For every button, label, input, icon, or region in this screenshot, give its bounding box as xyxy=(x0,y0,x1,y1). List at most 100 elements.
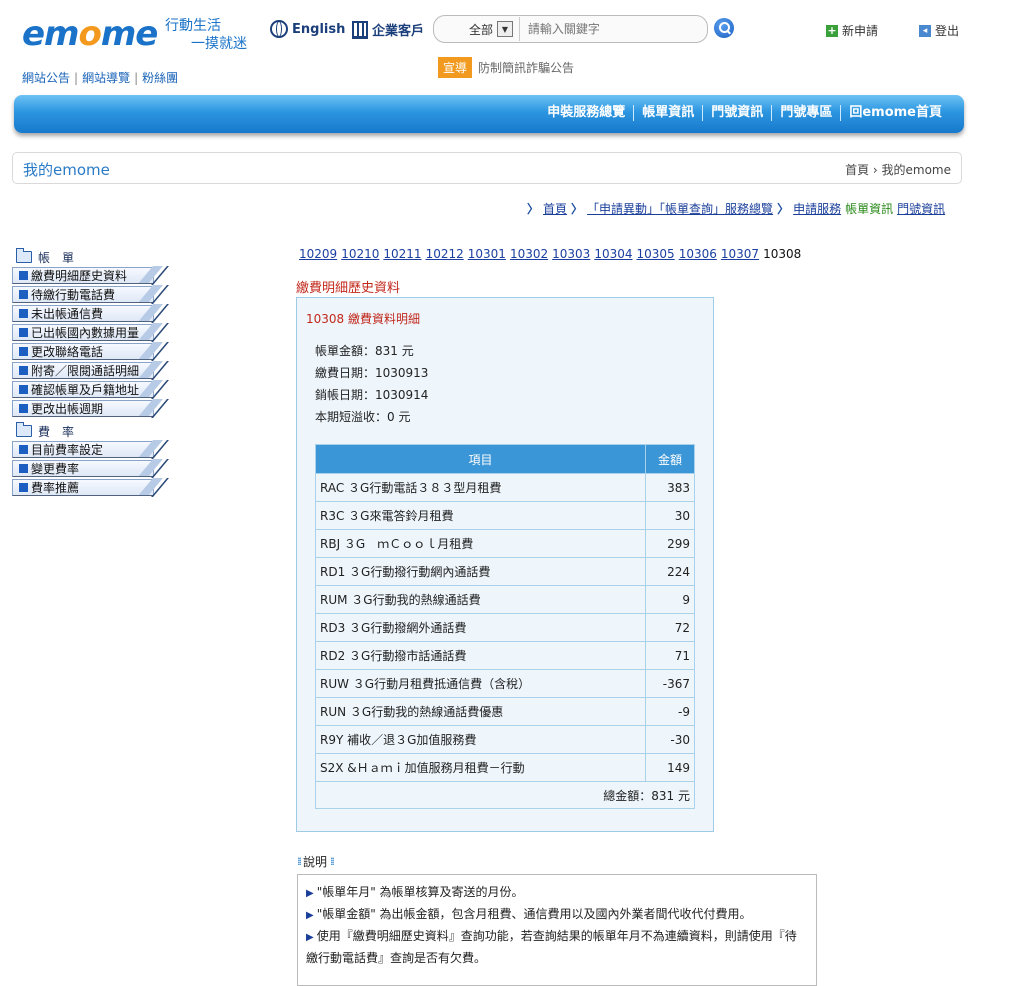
square-bullet-icon xyxy=(19,404,28,413)
trail-bill-info-link[interactable]: 帳單資訊 xyxy=(845,200,893,217)
sidebar-item[interactable]: 變更費率 xyxy=(12,460,168,477)
sidebar-item-face[interactable]: 更改出帳週期 xyxy=(12,400,154,417)
tab-edge xyxy=(153,323,167,341)
nav-emome-home[interactable]: 回emome首頁 xyxy=(840,105,950,121)
tab-edge xyxy=(153,304,167,322)
fee-amount: 71 xyxy=(645,641,695,670)
table-row: RD3 ３G行動撥網外通話費 72 xyxy=(315,613,695,642)
search-input[interactable] xyxy=(518,17,708,41)
fee-amount: -367 xyxy=(645,669,695,698)
page-title: 我的emome xyxy=(23,161,110,179)
sidebar-item-face[interactable]: 費率推薦 xyxy=(12,479,154,496)
english-link[interactable]: English xyxy=(270,20,345,38)
trail-number-info-link[interactable]: 門號資訊 xyxy=(897,200,945,217)
news-link[interactable]: 防制簡訊詐騙公告 xyxy=(478,59,574,76)
service-breadcrumb: 〉 首頁 〉 「申請異動」「帳單查詢」服務總覽 〉 申請服務 帳單資訊 門號資訊 xyxy=(527,200,945,217)
sidebar-item[interactable]: 更改聯絡電話 xyxy=(12,343,168,360)
period-link[interactable]: 10209 xyxy=(299,247,337,261)
slogan: 行動生活 一摸就迷 xyxy=(165,18,247,52)
period-link[interactable]: 10302 xyxy=(510,247,548,261)
table-row: R3C ３G來電答鈴月租費 30 xyxy=(315,501,695,530)
total-amount: 總金額：831 元 xyxy=(315,781,695,809)
top-links: 網站公告 | 網站導覽 | 粉絲團 xyxy=(22,71,179,85)
dots-icon: ⁞⁞ xyxy=(330,855,335,868)
search-icon[interactable] xyxy=(714,18,734,38)
period-link[interactable]: 10303 xyxy=(552,247,590,261)
nav-number-zone[interactable]: 門號專區 xyxy=(771,105,840,121)
logo-wordmark: emome xyxy=(22,14,158,54)
nav-bill-info[interactable]: 帳單資訊 xyxy=(633,105,702,121)
fee-item: R9Y 補收／退３G加值服務費 xyxy=(315,725,646,754)
emome-logo[interactable]: emome xyxy=(22,14,158,54)
sidebar-item[interactable]: 繳費明細歷史資料 xyxy=(12,267,168,284)
tab-edge xyxy=(153,266,167,284)
search-scope-select[interactable]: 全部 xyxy=(434,21,497,38)
sidebar-item-face[interactable]: 繳費明細歷史資料 xyxy=(12,267,154,284)
sidebar-item[interactable]: 附寄／限閱通話明細 xyxy=(12,362,168,379)
sidebar-item-face[interactable]: 確認帳單及戶籍地址 xyxy=(12,381,154,398)
chevron-right-icon: 〉 xyxy=(571,202,584,216)
sidebar-item-face[interactable]: 目前費率設定 xyxy=(12,441,154,458)
tab-edge xyxy=(153,440,167,458)
trail-home-link[interactable]: 首頁 xyxy=(543,200,567,217)
sidebar-item[interactable]: 目前費率設定 xyxy=(12,441,168,458)
period-link[interactable]: 10301 xyxy=(468,247,506,261)
tab-edge xyxy=(153,342,167,360)
site-announcement-link[interactable]: 網站公告 xyxy=(22,71,70,85)
sidebar-item[interactable]: 待繳行動電話費 xyxy=(12,286,168,303)
period-link[interactable]: 10305 xyxy=(637,247,675,261)
tab-edge xyxy=(153,459,167,477)
sidebar-item[interactable]: 未出帳通信費 xyxy=(12,305,168,322)
period-link[interactable]: 10307 xyxy=(721,247,759,261)
note-item: ▶ "帳單金額" 為出帳金額，包含月租費、通信費用以及國內外業者間代收代付費用。 xyxy=(306,904,806,926)
tab-edge xyxy=(153,399,167,417)
fee-amount: 383 xyxy=(645,473,695,502)
logout-link[interactable]: ◂ 登出 xyxy=(919,22,959,39)
sidebar-item-face[interactable]: 附寄／限閱通話明細 xyxy=(12,362,154,379)
sidebar-item[interactable]: 費率推薦 xyxy=(12,479,168,496)
bullet-icon: ▶ xyxy=(306,932,314,943)
fee-amount: -9 xyxy=(645,697,695,726)
period-link[interactable]: 10212 xyxy=(426,247,464,261)
square-bullet-icon xyxy=(19,366,28,375)
fee-item: RAC ３G行動電話３８３型月租費 xyxy=(315,473,646,502)
sidebar-item-label: 確認帳單及戶籍地址 xyxy=(31,383,140,397)
notes-box: ▶ "帳單年月" 為帳單核算及寄送的月份。 ▶ "帳單金額" 為出帳金額，包含月租費… xyxy=(297,874,817,986)
period-link[interactable]: 10211 xyxy=(383,247,421,261)
note-text: 使用『繳費明細歷史資料』查詢功能，若查詢結果的帳單年月不為連續資料，則請使用『待… xyxy=(306,929,797,965)
period-link[interactable]: 10304 xyxy=(594,247,632,261)
tab-edge xyxy=(153,478,167,496)
period-link[interactable]: 10210 xyxy=(341,247,379,261)
sidebar-item-face[interactable]: 已出帳國內數據用量 xyxy=(12,324,154,341)
fee-item: RUN ３G行動我的熱線通話費優惠 xyxy=(315,697,646,726)
sidebar-item-face[interactable]: 更改聯絡電話 xyxy=(12,343,154,360)
note-item: ▶ 使用『繳費明細歷史資料』查詢功能，若查詢結果的帳單年月不為連續資料，則請使用『… xyxy=(306,926,806,969)
period-link[interactable]: 10306 xyxy=(679,247,717,261)
sidebar-item-label: 已出帳國內數據用量 xyxy=(31,326,140,340)
sidebar-item[interactable]: 已出帳國內數據用量 xyxy=(12,324,168,341)
fee-amount: 299 xyxy=(645,529,695,558)
nav-number-info[interactable]: 門號資訊 xyxy=(702,105,771,121)
breadcrumb[interactable]: 首頁 › 我的emome xyxy=(845,161,951,178)
new-apply-link[interactable]: + 新申請 xyxy=(826,22,878,39)
chevron-down-icon[interactable]: ▼ xyxy=(497,21,513,37)
enterprise-link[interactable]: 企業客戶 xyxy=(352,20,424,39)
sidebar-item-face[interactable]: 變更費率 xyxy=(12,460,154,477)
chevron-right-icon: 〉 xyxy=(777,202,790,216)
sidebar-item-face[interactable]: 待繳行動電話費 xyxy=(12,286,154,303)
trail-overview-link[interactable]: 「申請異動」「帳單查詢」服務總覽 xyxy=(587,200,773,217)
sidebar-item[interactable]: 更改出帳週期 xyxy=(12,400,168,417)
fee-amount: 9 xyxy=(645,585,695,614)
pay-date: 繳費日期：1030913 xyxy=(315,366,429,380)
site-map-link[interactable]: 網站導覽 xyxy=(82,71,130,85)
notes-heading: ⁞⁞ 說明 ⁞⁞ xyxy=(297,853,335,870)
news-badge: 宣導 xyxy=(438,57,473,78)
nav-service-overview[interactable]: 申裝服務總覽 xyxy=(539,105,633,121)
trail-service-link[interactable]: 申請服務 xyxy=(793,200,841,217)
sidebar-item[interactable]: 確認帳單及戶籍地址 xyxy=(12,381,168,398)
square-bullet-icon xyxy=(19,385,28,394)
sidebar: 帳 單 繳費明細歷史資料 待繳行動電話費 未出帳通信費 已出帳國內數據用量 更改聯絡電話… xyxy=(12,248,172,496)
fan-page-link[interactable]: 粉絲團 xyxy=(142,71,178,85)
sidebar-item-face[interactable]: 未出帳通信費 xyxy=(12,305,154,322)
bill-amount: 帳單金額：831 元 xyxy=(315,344,414,358)
